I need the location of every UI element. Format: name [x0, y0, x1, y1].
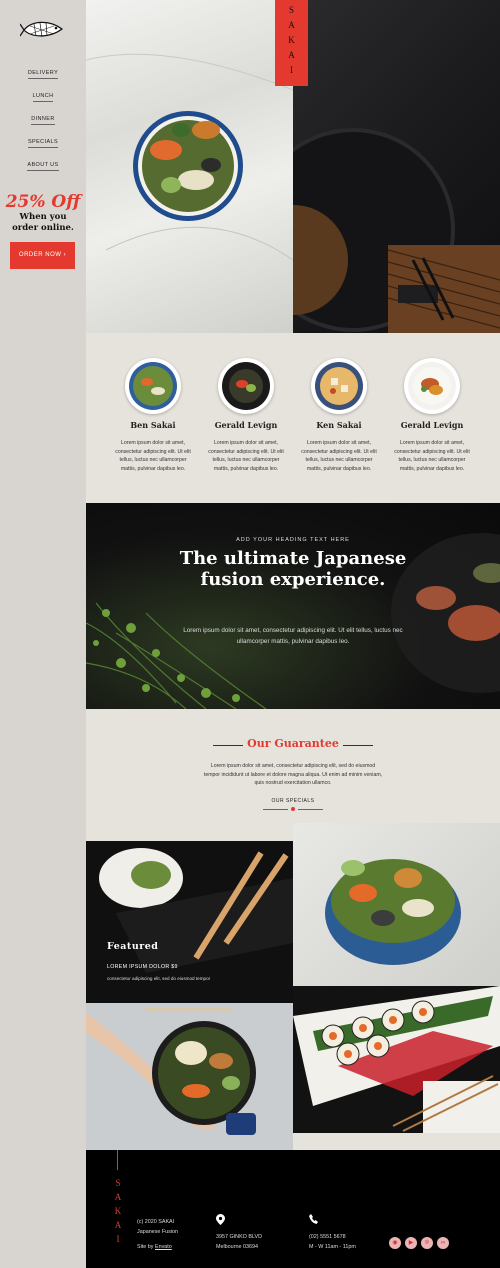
team-member-card: Gerald Levign Lorem ipsum dolor sit amet…	[392, 358, 472, 474]
team-member-card: Ken Sakai Lorem ipsum dolor sit amet, co…	[299, 358, 379, 474]
member-photo	[125, 358, 181, 414]
footer-address: 3957 GINKO BLVD Melbourne 03694	[216, 1234, 263, 1250]
gallery-image-bowl[interactable]	[293, 823, 500, 986]
sidebar: DELIVERY LUNCH DINNER SPECIALS ABOUT US …	[0, 0, 86, 1268]
brand-vertical-tag: S A K A I	[275, 0, 308, 86]
member-bio: Lorem ipsum dolor sit amet, consectetur …	[394, 440, 470, 473]
footer-copyright: (c) 2020 SAKAI Japanese Fusion Site by E…	[137, 1219, 179, 1250]
fish-logo-icon[interactable]	[20, 16, 66, 44]
team-member-card: Ben Sakai Lorem ipsum dolor sit amet, co…	[113, 358, 193, 474]
featured-price: LOREM IPSUM DOLOR $9	[107, 964, 178, 970]
member-bio: Lorem ipsum dolor sit amet, consectetur …	[115, 440, 191, 473]
dot-icon	[291, 807, 295, 811]
poke-bowl-image	[86, 53, 293, 261]
pinterest-icon[interactable]: ℗	[421, 1237, 433, 1249]
youtube-icon[interactable]: ▶	[405, 1237, 417, 1249]
banner-kicker: ADD YOUR HEADING TEXT HERE	[236, 537, 350, 543]
hero-image-dark-bowl	[293, 0, 500, 333]
promo-subtext: When you order online.	[12, 212, 74, 233]
brand-letter: I	[290, 65, 293, 75]
main-nav: DELIVERY LUNCH DINNER SPECIALS ABOUT US	[0, 70, 86, 185]
banner-title: The ultimate Japanese fusion experience.	[179, 548, 407, 590]
nav-dinner[interactable]: DINNER	[0, 116, 86, 125]
brand-letter: K	[288, 35, 295, 45]
team-member-card: Gerald Levign Lorem ipsum dolor sit amet…	[206, 358, 286, 474]
order-now-button[interactable]: ORDER NOW ›	[10, 242, 75, 269]
tripadvisor-icon[interactable]: ∞	[437, 1237, 449, 1249]
featured-tile[interactable]: Featured LOREM IPSUM DOLOR $9 consectetu…	[86, 823, 293, 1003]
member-photo	[404, 358, 460, 414]
phone-icon	[309, 1214, 318, 1226]
brand-letter: A	[288, 50, 295, 60]
microgreens-image	[86, 533, 500, 709]
member-name: Gerald Levign	[214, 420, 278, 430]
envato-link[interactable]: Envato	[155, 1244, 172, 1250]
member-photo	[218, 358, 274, 414]
hand-bowl-image	[86, 1003, 293, 1150]
footer-brand-vertical: S A K A I	[114, 1178, 122, 1244]
divider	[343, 745, 373, 746]
divider	[298, 809, 323, 810]
footer-contact: (02) 5551 5678 M - W 11am - 11pm	[309, 1234, 356, 1250]
member-name: Ken Sakai	[316, 420, 362, 430]
instagram-icon[interactable]: ◉	[389, 1237, 401, 1249]
sushi-plate-image	[293, 986, 500, 1133]
gallery-image-hand-bowl[interactable]	[86, 1003, 293, 1150]
guarantee-title: Our Guarantee	[247, 737, 339, 750]
team-section: Ben Sakai Lorem ipsum dolor sit amet, co…	[86, 333, 500, 503]
guarantee-text: Lorem ipsum dolor sit amet, consectetur …	[203, 763, 383, 786]
nav-delivery[interactable]: DELIVERY	[0, 70, 86, 79]
brand-letter: S	[288, 5, 294, 15]
member-bio: Lorem ipsum dolor sit amet, consectetur …	[208, 440, 284, 473]
nav-about-us[interactable]: ABOUT US	[0, 162, 86, 171]
member-bio: Lorem ipsum dolor sit amet, consectetur …	[301, 440, 377, 473]
site-footer: S A K A I (c) 2020 SAKAI Japanese Fusion…	[86, 1150, 500, 1268]
divider	[117, 1150, 118, 1170]
promo-headline: 25% Off	[5, 192, 81, 212]
hero-banner: ADD YOUR HEADING TEXT HERE The ultimate …	[86, 503, 500, 709]
hero-image-bowl	[86, 0, 293, 333]
featured-title: Featured	[107, 941, 159, 952]
our-specials-link[interactable]: OUR SPECIALS	[86, 798, 500, 804]
featured-text: consectetur adipiscing elit, sed do eius…	[107, 976, 211, 981]
member-name: Gerald Levign	[400, 420, 464, 430]
member-name: Ben Sakai	[130, 420, 176, 430]
nav-specials[interactable]: SPECIALS	[0, 139, 86, 148]
brand-letter: A	[288, 20, 295, 30]
poke-bowl-image	[325, 859, 461, 965]
location-pin-icon	[216, 1214, 225, 1227]
nav-lunch[interactable]: LUNCH	[0, 93, 86, 102]
gallery-image-sushi-plate[interactable]	[293, 986, 500, 1133]
dark-bowl-image	[293, 128, 500, 333]
banner-text: Lorem ipsum dolor sit amet, consectetur …	[183, 627, 403, 645]
member-photo	[311, 358, 367, 414]
divider	[263, 809, 288, 810]
specials-gallery: Featured LOREM IPSUM DOLOR $9 consectetu…	[86, 823, 500, 1150]
